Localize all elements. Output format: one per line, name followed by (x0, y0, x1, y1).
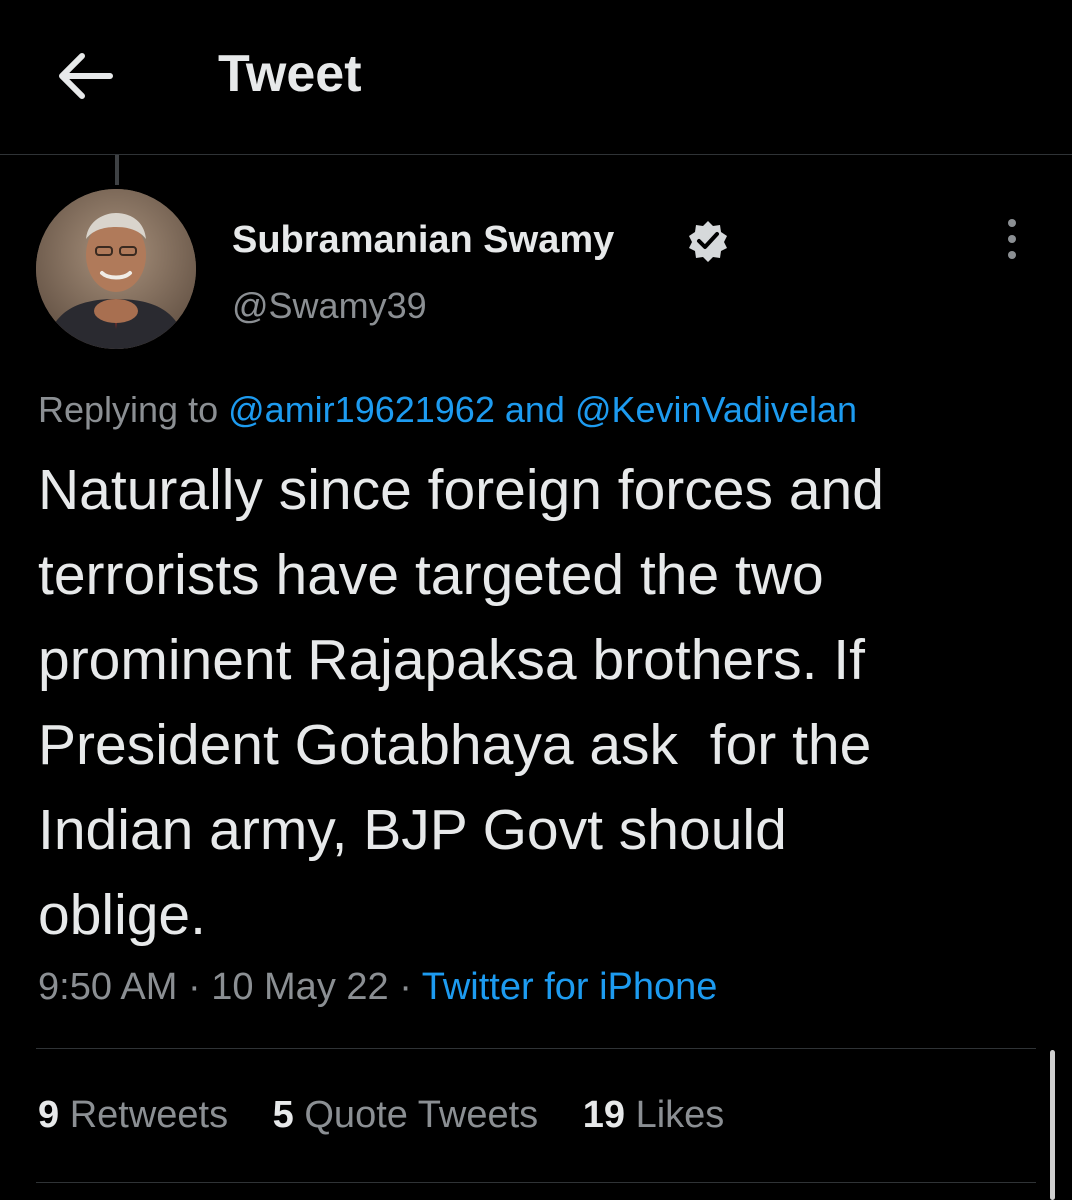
likes-count: 19 (582, 1094, 625, 1136)
tweet-time[interactable]: 9:50 AM (38, 966, 177, 1008)
more-vertical-icon (1008, 219, 1016, 259)
thread-connector-line (115, 155, 119, 185)
likes-label: Likes (635, 1094, 725, 1136)
retweets-count: 9 (38, 1094, 60, 1136)
mention-link-kevin[interactable]: @KevinVadivelan (575, 389, 857, 430)
likes-stat[interactable]: 19 Likes (583, 1090, 725, 1140)
top-bar: Tweet (0, 0, 1072, 155)
author-handle[interactable]: @Swamy39 (232, 283, 427, 329)
author-display-name[interactable]: Subramanian Swamy (232, 216, 614, 264)
avatar-photo (36, 189, 196, 349)
back-button[interactable] (52, 44, 116, 108)
page-title: Tweet (218, 45, 362, 103)
tweet-text: Naturally since foreign forces and terro… (38, 458, 884, 947)
tweet-metadata: 9:50 AM · 10 May 22 · Twitter for iPhone (38, 962, 717, 1012)
replying-to-line: Replying to @amir19621962 and @KevinVadi… (38, 386, 857, 434)
verified-badge-icon (686, 219, 730, 263)
engagement-stats: 9 Retweets 5 Quote Tweets 19 Likes (38, 1090, 758, 1140)
mention-link-amir[interactable]: @amir19621962 (228, 389, 495, 430)
quote-tweets-label: Quote Tweets (304, 1094, 539, 1136)
scrollbar[interactable] (1050, 1050, 1055, 1200)
arrow-left-icon (59, 53, 113, 99)
retweets-stat[interactable]: 9 Retweets (38, 1090, 228, 1140)
divider (36, 1182, 1036, 1183)
reply-conjunction: and (504, 389, 565, 430)
divider (36, 1048, 1036, 1049)
quote-tweets-stat[interactable]: 5 Quote Tweets (273, 1090, 538, 1140)
more-options-button[interactable] (990, 214, 1034, 264)
meta-separator: · (187, 966, 201, 1008)
avatar[interactable] (36, 189, 196, 349)
tweet-source-link[interactable]: Twitter for iPhone (422, 966, 718, 1008)
tweet-date[interactable]: 10 May 22 (211, 966, 388, 1008)
replying-to-label: Replying to (38, 389, 219, 430)
quote-tweets-count: 5 (272, 1094, 294, 1136)
meta-separator: · (399, 966, 412, 1008)
retweets-label: Retweets (69, 1094, 229, 1136)
